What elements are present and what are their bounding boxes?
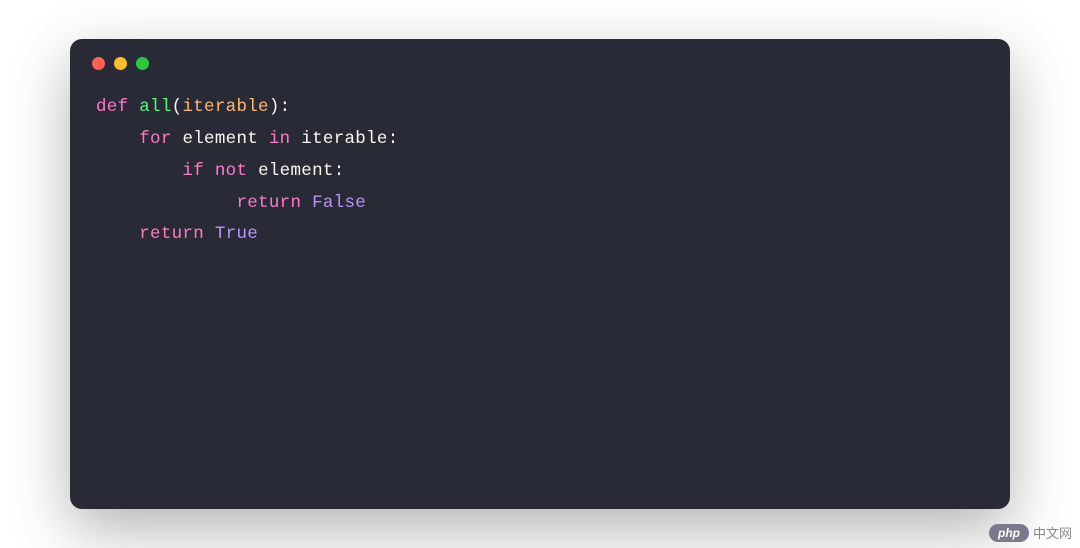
keyword-if: if — [182, 161, 204, 181]
identifier-element: element — [182, 129, 258, 149]
code-line-1: def all(iterable): — [96, 92, 984, 124]
colon: : — [388, 129, 399, 149]
keyword-not: not — [215, 161, 247, 181]
colon: : — [334, 161, 345, 181]
maximize-button[interactable] — [136, 57, 149, 70]
keyword-return: return — [236, 193, 301, 213]
watermark-text: 中文网 — [1033, 523, 1072, 542]
parameter: iterable — [182, 97, 268, 117]
identifier-element: element — [258, 161, 334, 181]
keyword-for: for — [139, 129, 171, 149]
paren-open: ( — [172, 97, 183, 117]
code-line-2: for element in iterable: — [96, 124, 984, 156]
function-name: all — [139, 97, 171, 117]
identifier-iterable: iterable — [301, 129, 387, 149]
code-content: def all(iterable): for element in iterab… — [70, 82, 1010, 277]
code-line-4: return False — [96, 188, 984, 220]
code-line-5: return True — [96, 219, 984, 251]
colon: : — [280, 97, 291, 117]
const-false: False — [312, 193, 366, 213]
keyword-return: return — [139, 224, 204, 244]
paren-close: ) — [269, 97, 280, 117]
window-header — [70, 39, 1010, 82]
code-window: def all(iterable): for element in iterab… — [70, 39, 1010, 509]
close-button[interactable] — [92, 57, 105, 70]
keyword-in: in — [269, 129, 291, 149]
minimize-button[interactable] — [114, 57, 127, 70]
watermark: php 中文网 — [989, 523, 1072, 542]
keyword-def: def — [96, 97, 128, 117]
const-true: True — [215, 224, 258, 244]
code-line-3: if not element: — [96, 156, 984, 188]
php-badge: php — [989, 524, 1029, 542]
